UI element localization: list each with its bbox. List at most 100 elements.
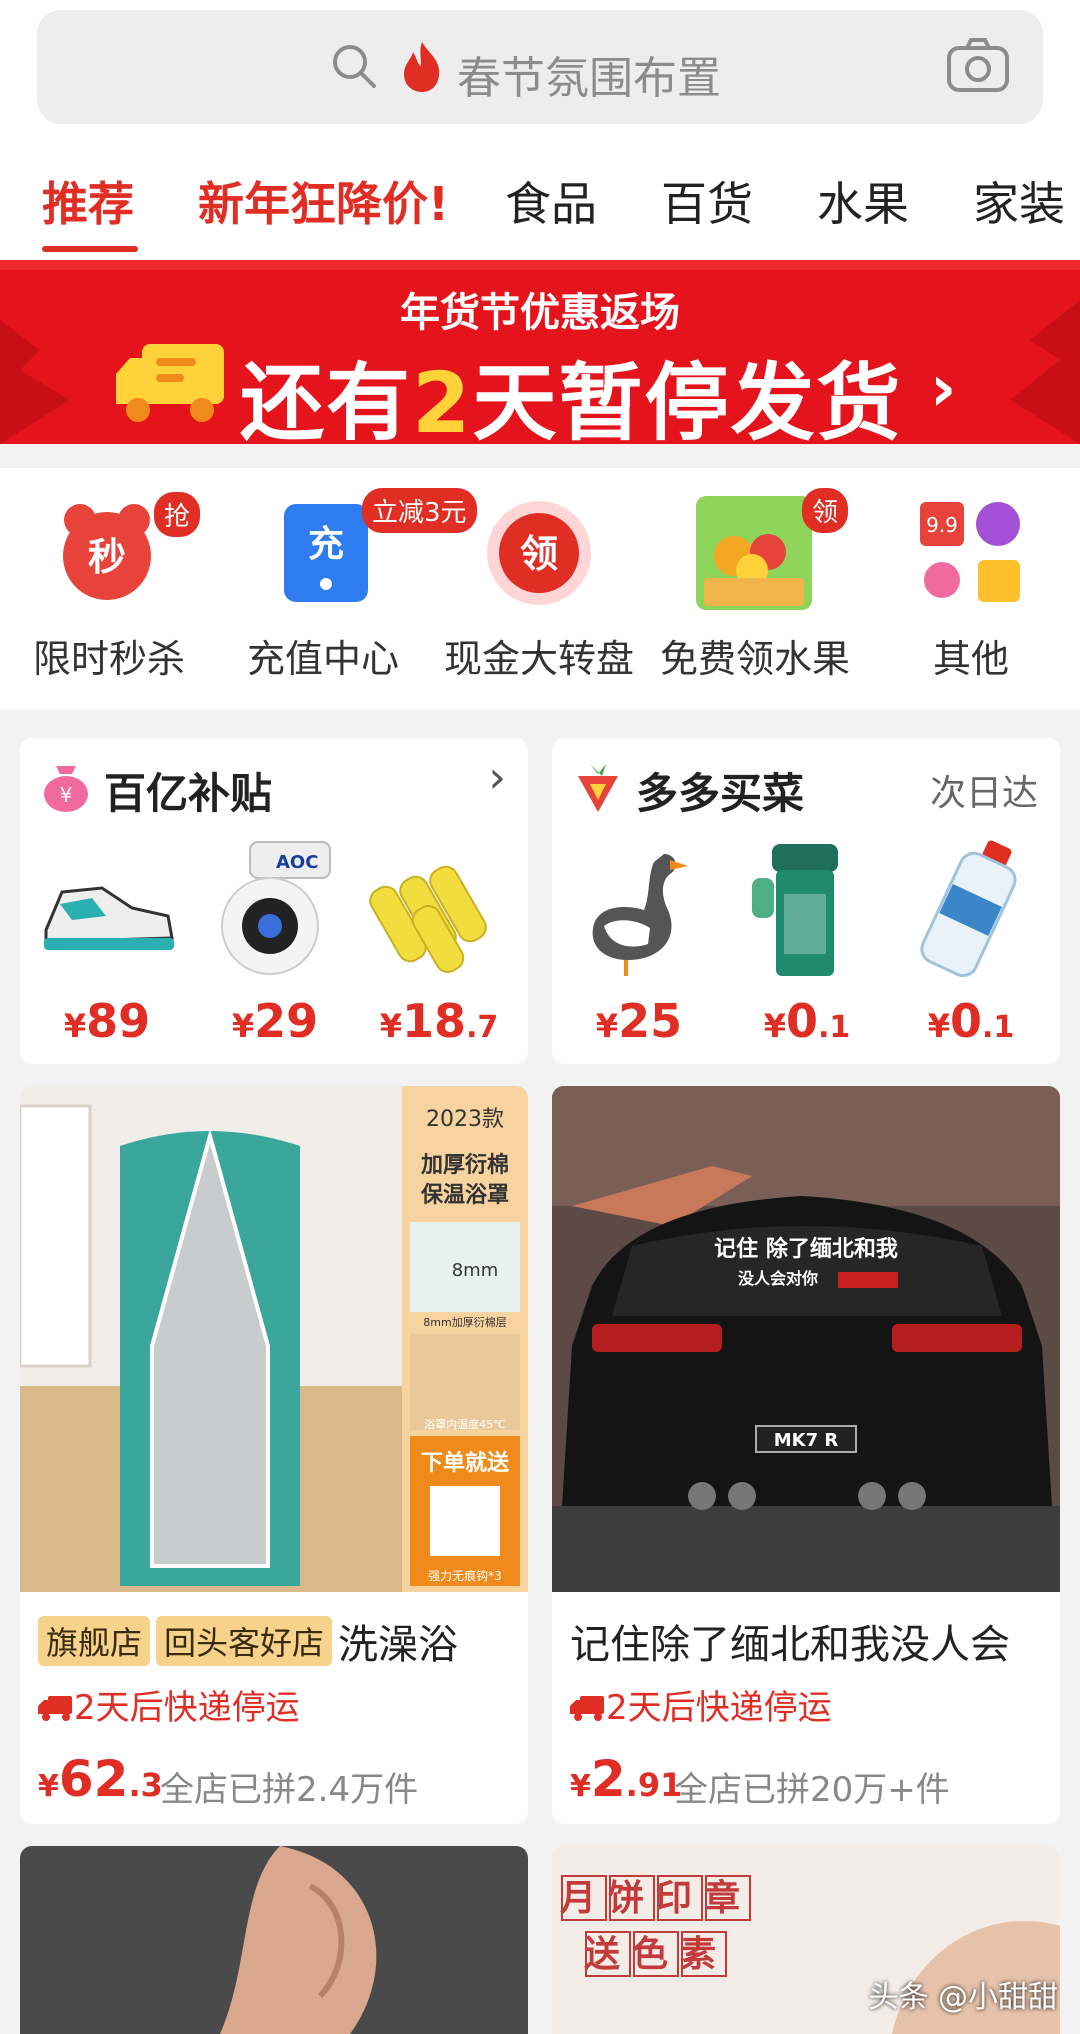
product-title: 记住除了缅北和我没人会 bbox=[570, 1622, 1010, 1668]
truck-icon bbox=[570, 1696, 604, 1721]
tab-home-decor[interactable]: 家装 bbox=[973, 168, 1065, 234]
currency-symbol: ¥ bbox=[570, 1769, 591, 1804]
water-bottle-icon bbox=[920, 840, 1017, 978]
price-decimal: .3 bbox=[128, 1766, 163, 1804]
price-integer: 62 bbox=[58, 1750, 129, 1808]
shipping-text: 2天后快递停运 bbox=[74, 1688, 300, 1728]
shipping-notice: 2天后快递停运 bbox=[38, 1680, 300, 1729]
image-text: 没人会对你 bbox=[738, 1269, 818, 1288]
free-fruit-badge: 领 bbox=[802, 488, 849, 533]
truck-icon bbox=[38, 1696, 72, 1721]
price-integer: 29 bbox=[254, 994, 319, 1048]
quick-entry-row: 秒 抢 限时秒杀 充 立减3元 充值中心 领 现金大转盘 领 免费领水果 9.9… bbox=[0, 468, 1080, 710]
image-text: 强力无痕钩*3 bbox=[428, 1568, 502, 1583]
alarm-clock-icon: 秒 bbox=[63, 504, 151, 600]
quick-entry-label: 免费领水果 bbox=[659, 637, 850, 681]
image-text: 2023款 bbox=[426, 1107, 504, 1132]
currency-symbol: ¥ bbox=[763, 1007, 786, 1045]
search-area: 春节氛围布置 bbox=[0, 0, 1080, 140]
chevron-right-icon: › bbox=[488, 752, 506, 803]
tab-new-year-sale[interactable]: 新年狂降价! bbox=[198, 168, 449, 234]
chevron-right-icon: › bbox=[930, 352, 957, 426]
flagship-store-tag: 旗舰店 bbox=[38, 1616, 151, 1666]
banner-headline-suffix: 天暂停发货 bbox=[472, 354, 903, 444]
carrot-icon bbox=[578, 764, 618, 812]
product-card[interactable]: MK7 R 记住 除了缅北和我 没人会对你 记住除了缅北和我没人会 2天后快递停… bbox=[552, 1086, 1060, 1824]
money-bag-icon: ¥ bbox=[44, 766, 88, 812]
banner-headline-prefix: 还有 bbox=[240, 354, 413, 444]
currency-symbol: ¥ bbox=[379, 1007, 402, 1045]
earring-product-image bbox=[20, 1846, 528, 2034]
license-plate-text: MK7 R bbox=[774, 1430, 839, 1451]
currency-symbol: ¥ bbox=[595, 1007, 619, 1045]
tab-recommend[interactable]: 推荐 bbox=[42, 168, 134, 234]
banner-headline-number: 2 bbox=[412, 354, 473, 444]
tab-fruit[interactable]: 水果 bbox=[817, 168, 909, 234]
currency-symbol: ¥ bbox=[63, 1007, 87, 1045]
product-title: 旗舰店 回头客好店 洗澡浴 bbox=[38, 1612, 518, 1670]
grocery-price-2: ¥0.1 bbox=[732, 994, 882, 1048]
image-text: 加厚衍棉 bbox=[420, 1152, 509, 1178]
goose-icon bbox=[592, 854, 688, 976]
quick-entry-label: 现金大转盘 bbox=[443, 637, 634, 681]
price-decimal: .1 bbox=[818, 1010, 851, 1045]
image-text: 送色素 bbox=[584, 1934, 728, 1975]
subsidy-card[interactable]: ¥ 百亿补贴 › AOC ¥89 ¥29 ¥18.7 bbox=[20, 738, 528, 1064]
search-input[interactable]: 春节氛围布置 bbox=[37, 10, 1043, 124]
recharge-badge: 立减3元 bbox=[362, 488, 477, 533]
currency-symbol: ¥ bbox=[927, 1007, 950, 1045]
recharge-glyph: 充 bbox=[308, 524, 344, 565]
price-integer: 0 bbox=[785, 994, 818, 1048]
product-price: ¥62.3 bbox=[38, 1750, 163, 1808]
currency-symbol: ¥ bbox=[38, 1769, 59, 1804]
tab-food[interactable]: 食品 bbox=[505, 168, 597, 234]
spin-wheel-icon: 领 bbox=[487, 501, 591, 605]
price-decimal: .7 bbox=[466, 1010, 499, 1045]
subsidy-price-2: ¥29 bbox=[200, 994, 350, 1048]
subsidy-title: 百亿补贴 bbox=[104, 769, 273, 818]
image-text: 8mm加厚衍棉层 bbox=[423, 1315, 506, 1329]
app-page: 春节氛围布置 推荐 新年狂降价! 食品 百货 水果 家装 年货节优惠返场 还有2… bbox=[0, 0, 1080, 2034]
grocery-card[interactable]: 多多买菜 次日达 ¥25 ¥0.1 ¥0.1 bbox=[552, 738, 1060, 1064]
repeat-customer-tag: 回头客好店 bbox=[156, 1616, 333, 1666]
search-icon bbox=[333, 45, 376, 88]
quick-entry-label: 充值中心 bbox=[246, 637, 399, 681]
shipping-notice: 2天后快递停运 bbox=[570, 1680, 832, 1729]
price-integer: 18 bbox=[401, 994, 466, 1048]
product-image: MK7 R 记住 除了缅北和我 没人会对你 bbox=[552, 1086, 1060, 1592]
subsidy-price-1: ¥89 bbox=[32, 994, 182, 1048]
subsidy-price-3: ¥18.7 bbox=[364, 994, 514, 1048]
grocery-title: 多多买菜 bbox=[636, 769, 805, 818]
next-day-delivery-label: 次日达 bbox=[929, 773, 1038, 814]
image-text: 下单就送 bbox=[421, 1450, 509, 1476]
sneaker-icon bbox=[44, 886, 174, 950]
wheel-glyph: 领 bbox=[520, 532, 558, 576]
security-camera-icon: AOC bbox=[221, 841, 331, 975]
image-text: 保温浴罩 bbox=[420, 1183, 509, 1208]
currency-symbol: ¥ bbox=[231, 1007, 255, 1045]
banner-headline: 还有2天暂停发货 bbox=[240, 336, 902, 444]
corn-icon bbox=[369, 865, 487, 973]
grocery-price-3: ¥0.1 bbox=[896, 994, 1046, 1048]
active-tab-indicator bbox=[42, 246, 138, 252]
image-text: 月饼印章 bbox=[560, 1877, 752, 1919]
search-placeholder: 春节氛围布置 bbox=[457, 53, 721, 104]
promo-banner[interactable]: 年货节优惠返场 还有2天暂停发货 › bbox=[0, 260, 1080, 444]
watermark: 头条 @小甜甜 bbox=[868, 1980, 1058, 2015]
sold-count: 全店已拼20万+件 bbox=[674, 1770, 950, 1810]
flash-sale-glyph: 秒 bbox=[88, 535, 126, 579]
price-integer: 2 bbox=[590, 1750, 626, 1808]
tab-general-goods[interactable]: 百货 bbox=[661, 168, 753, 234]
quick-entry-label: 其他 bbox=[932, 637, 1009, 681]
more-apps-icon: 9.9 bbox=[920, 502, 1020, 602]
delivery-truck-icon bbox=[116, 344, 224, 422]
banner-subtitle: 年货节优惠返场 bbox=[400, 290, 680, 336]
svg-text:¥: ¥ bbox=[60, 783, 73, 807]
shipping-text: 2天后快递停运 bbox=[606, 1688, 832, 1728]
camera-icon[interactable] bbox=[945, 34, 1011, 96]
product-card[interactable] bbox=[20, 1846, 528, 2034]
svg-text:9.9: 9.9 bbox=[926, 513, 958, 537]
price-decimal: .1 bbox=[982, 1010, 1015, 1045]
price-integer: 0 bbox=[949, 994, 982, 1048]
product-card[interactable]: 2023款 加厚衍棉 保温浴罩 8mm 8mm加厚衍棉层 浴罩内温度45℃ 下单… bbox=[20, 1086, 528, 1824]
